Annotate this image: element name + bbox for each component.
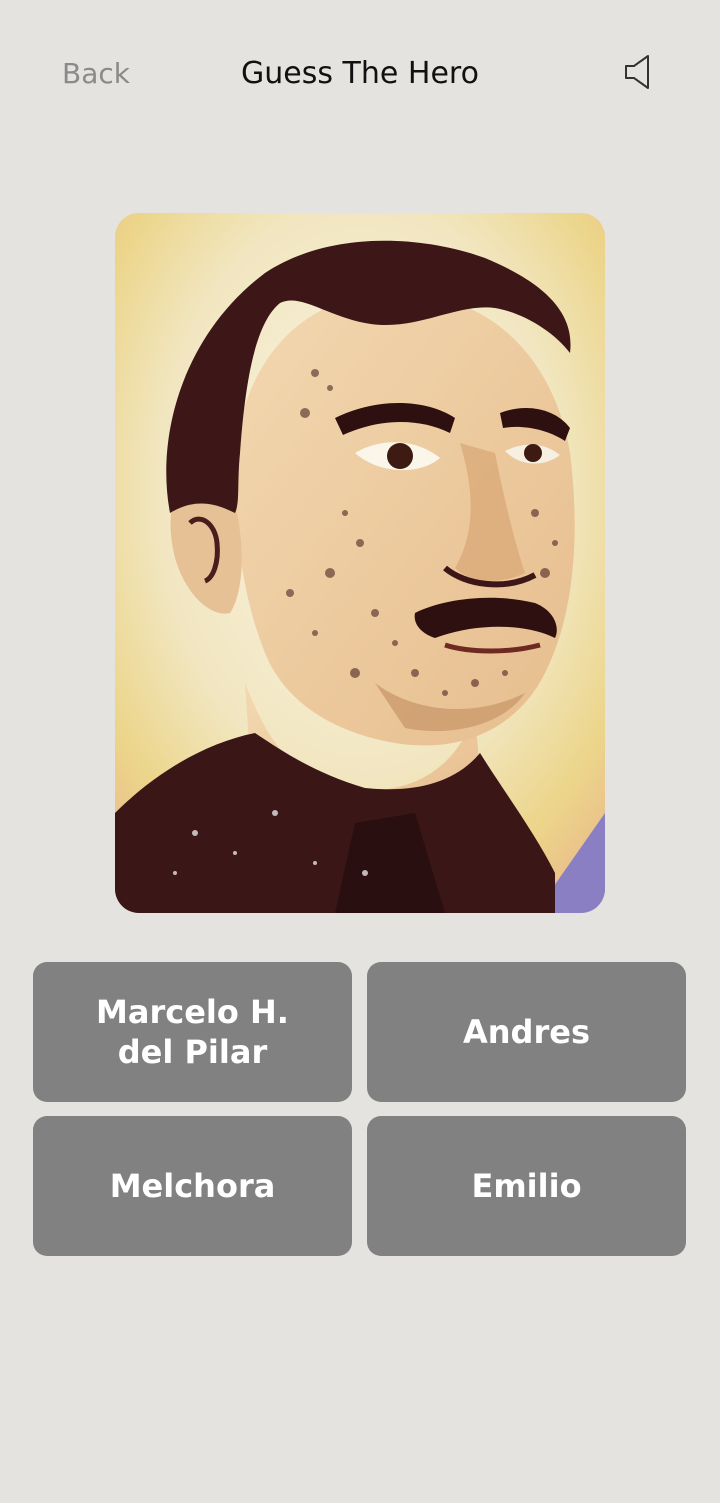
page-title: Guess The Hero (241, 56, 479, 91)
answer-option-1[interactable]: Marcelo H. del Pilar (33, 962, 352, 1102)
sound-toggle-button[interactable] (620, 52, 660, 92)
speaker-icon (625, 55, 649, 89)
hero-portrait-illustration (115, 213, 605, 913)
answer-option-4[interactable]: Emilio (367, 1116, 686, 1256)
app-header: Back Guess The Hero (0, 0, 720, 150)
answer-option-2[interactable]: Andres (367, 962, 686, 1102)
answer-option-3[interactable]: Melchora (33, 1116, 352, 1256)
hero-portrait (115, 213, 605, 913)
